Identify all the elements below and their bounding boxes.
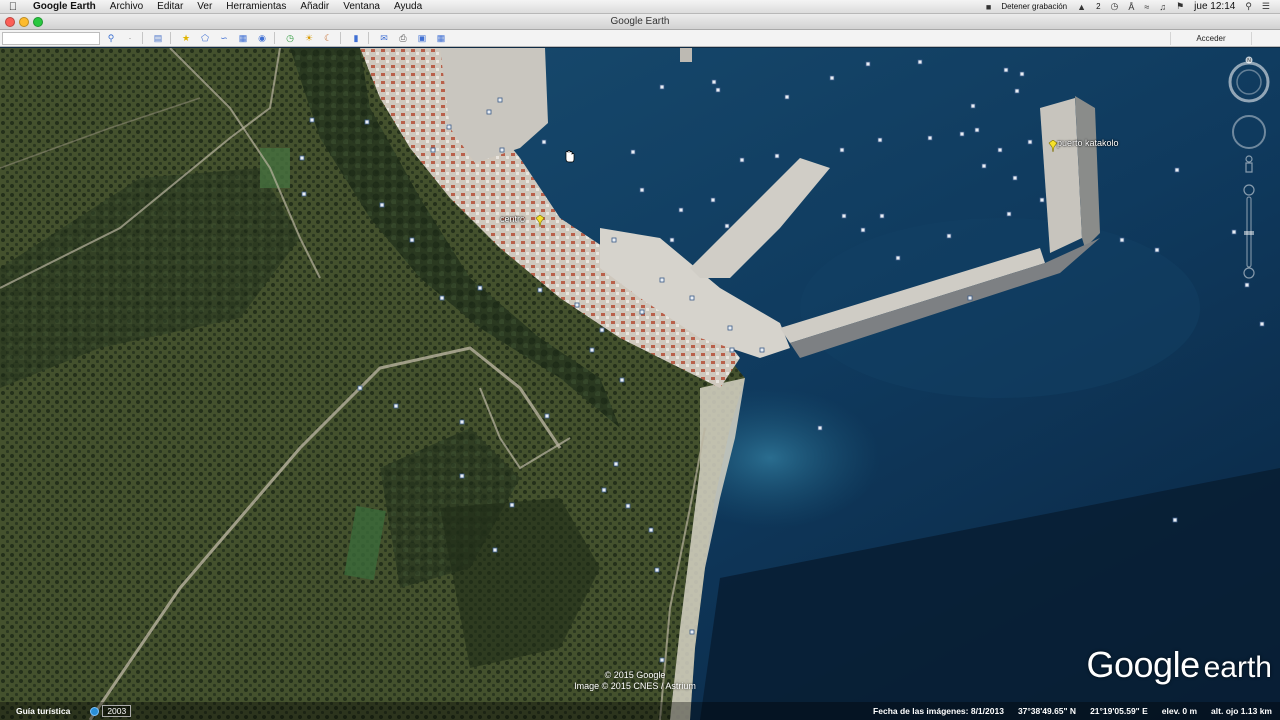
- menu-clock[interactable]: jue 12:14: [1194, 1, 1235, 12]
- window-title-bar: Google Earth: [0, 14, 1280, 30]
- add-polygon-icon[interactable]: ⬠: [197, 32, 213, 45]
- record-tour-icon[interactable]: ◉: [254, 32, 270, 45]
- logo-google-text: Google: [1086, 644, 1201, 685]
- longitude-readout: 21°19'05.59" E: [1090, 706, 1148, 716]
- search-icon[interactable]: ⚲: [103, 32, 119, 45]
- placemark-pushpin-icon[interactable]: [535, 215, 545, 227]
- minimize-button[interactable]: [19, 17, 29, 27]
- toolbar-divider: [368, 32, 369, 44]
- stop-recording-label[interactable]: Detener grabación: [1001, 2, 1067, 11]
- historical-year-badge[interactable]: 2003: [90, 705, 132, 717]
- look-joystick-icon[interactable]: [1232, 115, 1266, 149]
- planets-icon[interactable]: ☾: [320, 32, 336, 45]
- window-controls: [5, 17, 43, 27]
- email-icon[interactable]: ✉: [376, 32, 392, 45]
- save-image-icon[interactable]: ▣: [414, 32, 430, 45]
- toolbar: ⚲ · ▤ ★ ⬠ ∽ ▦ ◉ ◷ ☀ ☾ ▮ ✉ ⎙ ▣ ▦ Acceder: [0, 30, 1280, 47]
- signin-button[interactable]: Acceder: [1170, 32, 1252, 45]
- bluetooth-icon[interactable]: Å: [1128, 2, 1134, 12]
- menu-archivo[interactable]: Archivo: [103, 1, 150, 12]
- imagery-copyright: © 2015 Google Image © 2015 CNES / Astriu…: [560, 670, 710, 692]
- satellite-imagery[interactable]: [0, 48, 1280, 720]
- menu-app-name[interactable]: Google Earth: [26, 1, 103, 12]
- eye-altitude-readout: alt. ojo 1.13 km: [1211, 706, 1272, 716]
- time-machine-icon[interactable]: ◷: [1111, 1, 1119, 12]
- logo-earth-text: earth: [1203, 651, 1272, 684]
- copyright-imagery: Image © 2015 CNES / Astrium: [574, 681, 696, 691]
- street-view-pegman-icon[interactable]: [1245, 155, 1253, 173]
- adobe-count: 2: [1096, 2, 1101, 11]
- window-title: Google Earth: [610, 16, 670, 27]
- spotlight-icon[interactable]: ⚲: [1245, 1, 1252, 12]
- add-path-icon[interactable]: ∽: [216, 32, 232, 45]
- status-bar: Guía turística 2003 Fecha de las imágene…: [0, 702, 1280, 720]
- menu-ventana[interactable]: Ventana: [336, 1, 387, 12]
- volume-icon[interactable]: ♫: [1159, 2, 1166, 12]
- placemark-label-centro[interactable]: centro: [500, 214, 525, 224]
- toolbar-divider: [274, 32, 275, 44]
- historical-year[interactable]: 2003: [102, 705, 132, 717]
- imagery-date: Fecha de las imágenes: 8/1/2013: [873, 706, 1004, 716]
- svg-text:N: N: [1247, 58, 1251, 64]
- elevation-readout: elev. 0 m: [1161, 706, 1198, 716]
- view-in-maps-icon[interactable]: ▦: [433, 32, 449, 45]
- sunlight-icon[interactable]: ☀: [301, 32, 317, 45]
- adobe-icon[interactable]: ▲: [1077, 2, 1086, 12]
- historical-imagery-icon[interactable]: ◷: [282, 32, 298, 45]
- menu-ayuda[interactable]: Ayuda: [387, 1, 429, 12]
- latitude-readout: 37°38'49.65" N: [1017, 706, 1077, 716]
- navigation-controls[interactable]: N: [1226, 52, 1272, 282]
- print-icon[interactable]: ⎙: [395, 32, 411, 45]
- menu-anadir[interactable]: Añadir: [293, 1, 336, 12]
- zoom-slider[interactable]: [1243, 184, 1255, 279]
- toolbar-divider: [340, 32, 341, 44]
- notification-center-icon[interactable]: ☰: [1262, 1, 1270, 12]
- menu-herramientas[interactable]: Herramientas: [219, 1, 293, 12]
- menu-editar[interactable]: Editar: [150, 1, 190, 12]
- ruler-icon[interactable]: ▮: [348, 32, 364, 45]
- compass-ring-icon[interactable]: N: [1228, 56, 1270, 103]
- stop-recording-icon[interactable]: ■: [986, 2, 991, 12]
- menu-status-area: ■ Detener grabación ▲ 2 ◷ Å ≈ ♫ ⚑ jue 12…: [986, 1, 1280, 12]
- flag-icon[interactable]: ⚑: [1176, 1, 1184, 12]
- wifi-icon[interactable]: ≈: [1144, 2, 1149, 12]
- add-image-overlay-icon[interactable]: ▦: [235, 32, 251, 45]
- zoom-button[interactable]: [33, 17, 43, 27]
- menu-bar:  Google Earth Archivo Editar Ver Herram…: [0, 0, 1280, 14]
- map-view[interactable]: centro puerto katakolo N © 2015 Google I…: [0, 48, 1280, 720]
- tour-guide-button[interactable]: Guía turística: [16, 706, 70, 716]
- copyright-google: © 2015 Google: [604, 670, 666, 680]
- apple-icon[interactable]: : [0, 1, 26, 13]
- sidebar-toggle-icon[interactable]: ▤: [150, 32, 166, 45]
- close-button[interactable]: [5, 17, 15, 27]
- menu-ver[interactable]: Ver: [190, 1, 219, 12]
- google-earth-logo: Google earth: [1087, 644, 1272, 686]
- placemark-label-puerto[interactable]: puerto katakolo: [1057, 138, 1119, 148]
- toolbar-divider: [142, 32, 143, 44]
- search-input[interactable]: [2, 31, 100, 45]
- toolbar-divider: [170, 32, 171, 44]
- globe-icon: [90, 706, 100, 716]
- status-readouts: Fecha de las imágenes: 8/1/2013 37°38'49…: [873, 706, 1280, 716]
- add-placemark-icon[interactable]: ★: [178, 32, 194, 45]
- search-options-icon[interactable]: ·: [122, 32, 138, 45]
